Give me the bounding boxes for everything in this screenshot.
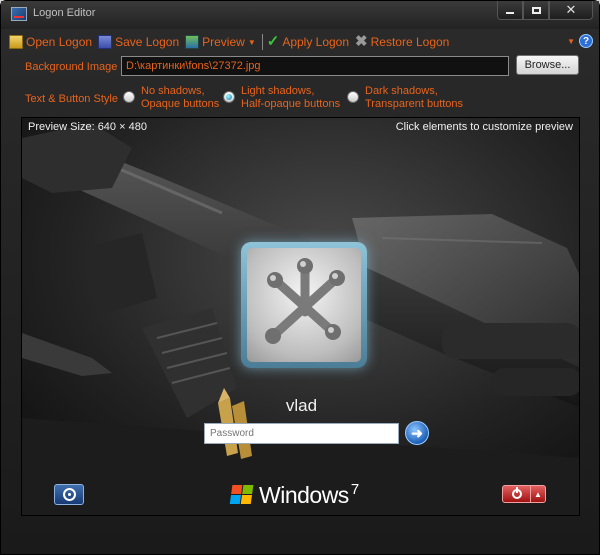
radio-button[interactable] — [347, 91, 359, 103]
password-field[interactable] — [204, 423, 399, 444]
shutdown-button[interactable] — [502, 485, 531, 503]
power-controls: ▲ — [502, 485, 546, 503]
help-area: ▼ ? — [564, 34, 593, 48]
background-image-label: Background Image — [25, 61, 118, 73]
close-button[interactable]: ✕ — [549, 1, 593, 20]
maximize-icon — [531, 6, 541, 14]
browse-button[interactable]: Browse... — [516, 55, 579, 75]
open-icon — [9, 35, 23, 49]
user-picture — [247, 248, 361, 362]
save-logon-button[interactable]: Save Logon — [98, 35, 179, 49]
shutdown-options-button[interactable]: ▲ — [531, 485, 546, 503]
logon-preview[interactable]: Preview Size: 640 × 480 Click elements t… — [21, 117, 580, 516]
save-logon-label: Save Logon — [115, 35, 180, 49]
brand-name: Windows — [259, 482, 349, 508]
preview-label: Preview — [202, 35, 245, 49]
style-option-line2: Opaque buttons — [141, 98, 220, 110]
ease-of-access-button[interactable] — [54, 484, 84, 505]
preview-icon — [185, 35, 200, 49]
chevron-down-icon: ▼ — [247, 37, 256, 47]
preview-hint-text: Click elements to customize preview — [395, 121, 573, 133]
style-option-label: Light shadows, Half-opaque buttons — [241, 85, 340, 111]
restore-logon-button[interactable]: ✖ Restore Logon — [355, 33, 450, 50]
toolbar-separator — [261, 34, 263, 50]
preview-dropdown[interactable]: Preview ▼ — [185, 35, 256, 49]
style-option-line1: Light shadows, — [241, 85, 315, 97]
minimize-button[interactable] — [497, 1, 523, 20]
window-controls: ✕ — [497, 1, 593, 21]
windows-flag-icon — [229, 485, 255, 505]
text-button-style-label: Text & Button Style — [25, 93, 118, 105]
title-bar[interactable]: Logon Editor ✕ — [1, 1, 599, 29]
restore-logon-label: Restore Logon — [370, 35, 450, 49]
power-icon — [511, 487, 522, 499]
style-option-dark-shadows[interactable]: Dark shadows, Transparent buttons — [347, 85, 463, 111]
style-option-label: Dark shadows, Transparent buttons — [365, 85, 463, 111]
options-chevron-icon[interactable]: ▼ — [567, 37, 575, 46]
open-logon-label: Open Logon — [26, 35, 93, 49]
style-option-label: No shadows, Opaque buttons — [141, 85, 219, 111]
apply-logon-button[interactable]: ✓ Apply Logon — [266, 33, 350, 50]
style-option-line1: No shadows, — [141, 85, 205, 97]
style-option-line1: Dark shadows, — [365, 85, 438, 97]
logon-editor-window: Logon Editor ✕ Open Logon Save Logon Pre… — [0, 0, 600, 555]
style-option-line2: Half-opaque buttons — [241, 98, 341, 110]
apply-logon-label: Apply Logon — [282, 35, 350, 49]
close-icon: ✕ — [565, 2, 577, 17]
arrow-right-icon: ➜ — [411, 424, 423, 441]
save-icon — [98, 35, 113, 49]
maximize-button[interactable] — [523, 1, 549, 20]
windows-branding: Windows 7 — [229, 481, 360, 509]
preview-size-text: Preview Size: 640 × 480 — [28, 121, 147, 133]
checkmark-icon: ✓ — [266, 33, 280, 50]
style-option-no-shadows[interactable]: No shadows, Opaque buttons — [123, 85, 219, 111]
window-title: Logon Editor — [33, 7, 96, 19]
toolbar: Open Logon Save Logon Preview ▼ ✓ Apply … — [9, 33, 593, 51]
style-option-line2: Transparent buttons — [365, 98, 464, 110]
background-image-path-field[interactable] — [121, 56, 509, 76]
minimize-icon — [506, 11, 514, 14]
username-label: vlad — [285, 396, 318, 415]
app-icon — [11, 7, 27, 21]
cross-icon: ✖ — [355, 33, 368, 50]
radio-button-selected[interactable] — [223, 91, 235, 103]
user-tile[interactable] — [241, 242, 367, 368]
open-logon-button[interactable]: Open Logon — [9, 35, 92, 49]
submit-arrow-button[interactable]: ➜ — [405, 421, 429, 445]
ease-of-access-icon — [62, 488, 76, 501]
help-icon[interactable]: ? — [579, 34, 593, 48]
brand-version: 7 — [350, 481, 360, 498]
radio-button[interactable] — [123, 91, 135, 103]
chevron-up-icon: ▲ — [534, 489, 542, 499]
jacks-picture-icon — [265, 258, 345, 344]
style-option-light-shadows[interactable]: Light shadows, Half-opaque buttons — [223, 85, 340, 111]
